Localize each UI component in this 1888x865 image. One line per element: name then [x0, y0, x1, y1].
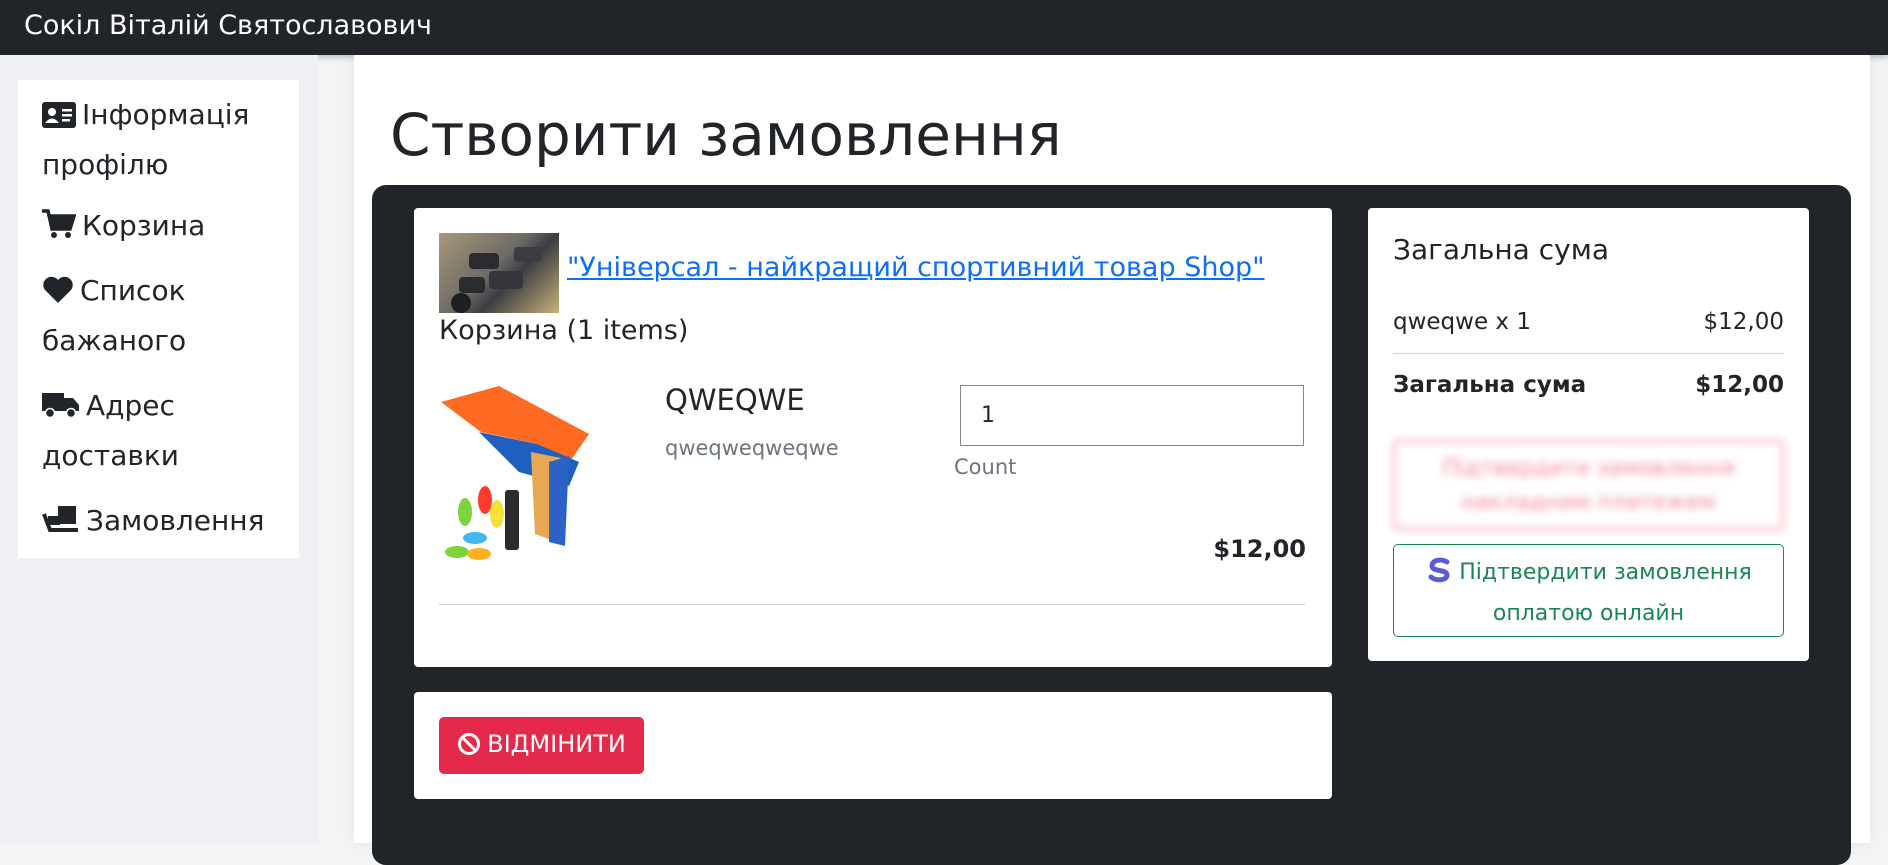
- summary-line-item: qweqwe x 1: [1393, 309, 1531, 335]
- divider: [1393, 353, 1784, 354]
- summary-total-label: Загальна сума: [1393, 372, 1587, 398]
- cart-icon: [42, 207, 77, 253]
- sidebar-item-label: Замовлення: [86, 504, 265, 537]
- confirm-online-label: Підтвердити замовлення оплатою онлайн: [1459, 560, 1752, 626]
- sidebar-menu: Інформація профілю Корзина Список бажано…: [18, 80, 299, 558]
- sidebar-item-wishlist[interactable]: Список бажаного: [42, 268, 282, 364]
- product-price: $12,00: [1213, 535, 1306, 563]
- product-description: qweqweqweqwe: [665, 436, 839, 460]
- sidebar-item-delivery-address[interactable]: Адрес доставки: [42, 383, 282, 479]
- sidebar-item-orders[interactable]: Замовлення: [42, 498, 282, 548]
- dolly-icon: [42, 502, 80, 548]
- shop-link[interactable]: "Універсал - найкращий спортивний товар …: [567, 250, 1265, 286]
- stripe-icon: [1425, 555, 1456, 596]
- confirm-cod-label: Підтвердити замовлення накладним платеже…: [1442, 456, 1735, 515]
- confirm-online-payment-button[interactable]: Підтвердити замовлення оплатою онлайн: [1393, 544, 1784, 637]
- summary-total-price: $12,00: [1695, 372, 1784, 398]
- quantity-input[interactable]: [960, 385, 1304, 446]
- divider: [439, 604, 1305, 605]
- page-title: Створити замовлення: [390, 101, 1062, 169]
- id-card-icon: [42, 96, 76, 142]
- summary-line-price: $12,00: [1703, 309, 1784, 335]
- cancel-order-button[interactable]: ВІДМІНИТИ: [439, 717, 644, 774]
- shop-thumbnail: [439, 233, 559, 313]
- sidebar-item-cart[interactable]: Корзина: [42, 203, 282, 253]
- user-name: Сокіл Віталій Святославович: [24, 10, 432, 41]
- cart-count: Корзина (1 items): [439, 315, 689, 346]
- ban-icon: [457, 732, 481, 762]
- top-navbar: Сокіл Віталій Святославович: [0, 0, 1888, 55]
- quantity-label: Count: [954, 455, 1017, 479]
- truck-icon: [42, 387, 80, 433]
- sidebar-item-label: Корзина: [82, 209, 206, 242]
- product-name: QWEQWE: [665, 383, 805, 417]
- product-image: [439, 382, 629, 572]
- heart-icon: [42, 272, 74, 318]
- summary-title: Загальна сума: [1393, 233, 1609, 266]
- confirm-cod-button[interactable]: Підтвердити замовлення накладним платеже…: [1393, 440, 1784, 530]
- sidebar-item-profile[interactable]: Інформація профілю: [42, 92, 282, 188]
- cancel-order-label: ВІДМІНИТИ: [487, 729, 626, 758]
